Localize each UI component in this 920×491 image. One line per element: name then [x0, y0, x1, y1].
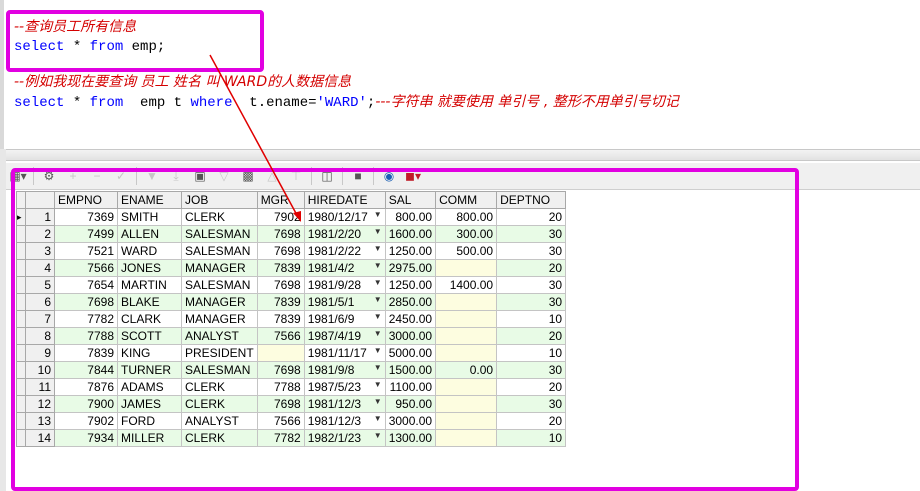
- inline-comment: ---字符串 就要使用 单引号 , 整形不用单引号切记: [375, 94, 679, 110]
- code-text: emp t: [123, 95, 191, 111]
- code-text: *: [64, 95, 90, 111]
- highlight-box-query: [6, 10, 264, 72]
- highlight-box-results: [11, 168, 799, 491]
- keyword-select: select: [14, 95, 65, 111]
- comment-line: --例如我现在要查询 员工 姓名 叫 WARD的人数据信息: [14, 74, 352, 90]
- code-text: t.ename=: [232, 95, 317, 111]
- keyword-from: from: [89, 95, 124, 111]
- keyword-where: where: [190, 95, 233, 111]
- left-gutter: [0, 149, 6, 491]
- sql-statement-line: select * from emp t where t.ename='WARD'…: [14, 93, 679, 112]
- string-literal: 'WARD': [316, 95, 367, 111]
- pane-splitter[interactable]: [0, 149, 920, 161]
